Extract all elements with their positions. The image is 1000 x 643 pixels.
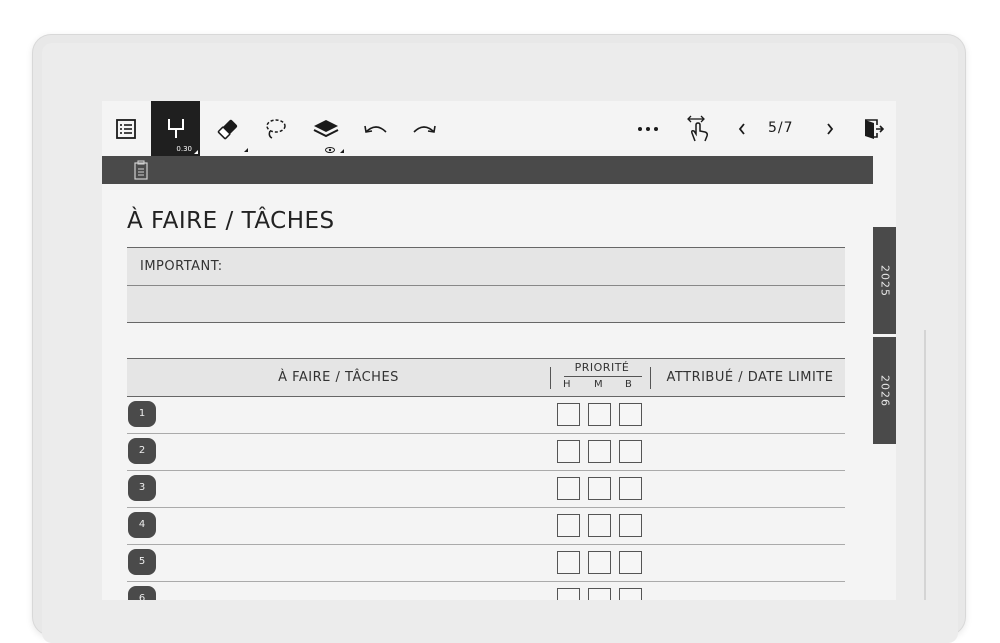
redo-button[interactable] [407, 101, 441, 156]
page-title: À FAIRE / TÂCHES [127, 208, 335, 234]
tab-2025[interactable]: 2025 [873, 227, 896, 334]
toolbar: 0.30 5/7 [102, 101, 896, 156]
priority-low-checkbox[interactable] [619, 477, 642, 500]
table-row[interactable]: 5 [127, 544, 845, 582]
priority-high-label: H [563, 379, 571, 390]
important-label: IMPORTANT: [140, 259, 223, 274]
eraser-icon [217, 119, 238, 139]
important-box[interactable]: IMPORTANT: [127, 247, 845, 323]
exit-icon [865, 118, 884, 139]
header-priority: PRIORITÉ [574, 361, 630, 374]
priority-low-checkbox[interactable] [619, 551, 642, 574]
template-header-bar [102, 156, 873, 184]
layers-options-marker [340, 149, 344, 153]
undo-icon [364, 125, 387, 133]
next-page-icon [827, 122, 834, 135]
priority-medium-checkbox[interactable] [588, 403, 611, 426]
page-indicator[interactable]: 5/7 [768, 101, 794, 156]
priority-medium-checkbox[interactable] [588, 440, 611, 463]
prev-page-button[interactable] [730, 101, 754, 156]
important-divider [127, 285, 845, 286]
table-header: À FAIRE / TÂCHES PRIORITÉ H M B ATTRIBUÉ… [127, 358, 845, 397]
menu-icon [116, 118, 136, 139]
row-number: 4 [128, 512, 156, 538]
header-task: À FAIRE / TÂCHES [278, 370, 399, 385]
priority-low-label: B [625, 379, 632, 390]
priority-medium-checkbox[interactable] [588, 477, 611, 500]
side-indicator [924, 330, 926, 600]
table-row[interactable]: 6 [127, 581, 845, 600]
pen-button[interactable]: 0.30 [151, 101, 200, 156]
prev-page-icon [738, 122, 745, 135]
swipe-icon [687, 115, 708, 141]
pen-icon [167, 118, 184, 138]
priority-high-checkbox[interactable] [557, 588, 580, 600]
eye-icon [325, 147, 335, 153]
priority-high-checkbox[interactable] [557, 403, 580, 426]
tab-2025-label: 2025 [878, 264, 891, 297]
priority-low-checkbox[interactable] [619, 403, 642, 426]
screen: 0.30 5/7 À FAIRE / TÂCHES IMPORTANT: À F… [102, 101, 896, 600]
priority-low-checkbox[interactable] [619, 440, 642, 463]
header-divider [650, 367, 651, 389]
priority-medium-checkbox[interactable] [588, 588, 611, 600]
row-number: 5 [128, 549, 156, 575]
clipboard-icon[interactable] [134, 160, 148, 180]
pen-options-marker [194, 150, 198, 154]
priority-medium-checkbox[interactable] [588, 514, 611, 537]
lasso-icon [266, 118, 286, 139]
row-number: 3 [128, 475, 156, 501]
redo-icon [413, 125, 436, 133]
priority-high-checkbox[interactable] [557, 477, 580, 500]
row-number: 2 [128, 438, 156, 464]
tab-2026[interactable]: 2026 [873, 337, 896, 444]
priority-underline [564, 376, 642, 377]
table-row[interactable]: 2 [127, 433, 845, 471]
priority-low-checkbox[interactable] [619, 514, 642, 537]
priority-medium-checkbox[interactable] [588, 551, 611, 574]
undo-button[interactable] [359, 101, 393, 156]
priority-medium-label: M [594, 379, 603, 390]
priority-low-checkbox[interactable] [619, 588, 642, 600]
header-divider [550, 367, 551, 389]
table-row[interactable]: 3 [127, 470, 845, 508]
row-number: 1 [128, 401, 156, 427]
eraser-options-marker [244, 148, 248, 152]
eraser-button[interactable] [208, 101, 248, 156]
layers-icon [313, 119, 339, 137]
pen-size-label: 0.30 [176, 145, 192, 153]
layers-button[interactable] [306, 101, 346, 156]
table-row[interactable]: 4 [127, 507, 845, 545]
tab-2026-label: 2026 [878, 374, 891, 407]
next-page-button[interactable] [818, 101, 842, 156]
menu-button[interactable] [108, 101, 144, 156]
exit-button[interactable] [858, 101, 888, 156]
more-icon [638, 126, 658, 131]
row-number: 6 [128, 586, 156, 600]
more-button[interactable] [632, 101, 664, 156]
priority-high-checkbox[interactable] [557, 440, 580, 463]
lasso-button[interactable] [257, 101, 293, 156]
table-row[interactable]: 1 [127, 396, 845, 434]
priority-high-checkbox[interactable] [557, 514, 580, 537]
swipe-button[interactable] [680, 101, 716, 156]
header-assign: ATTRIBUÉ / DATE LIMITE [666, 370, 834, 385]
priority-high-checkbox[interactable] [557, 551, 580, 574]
